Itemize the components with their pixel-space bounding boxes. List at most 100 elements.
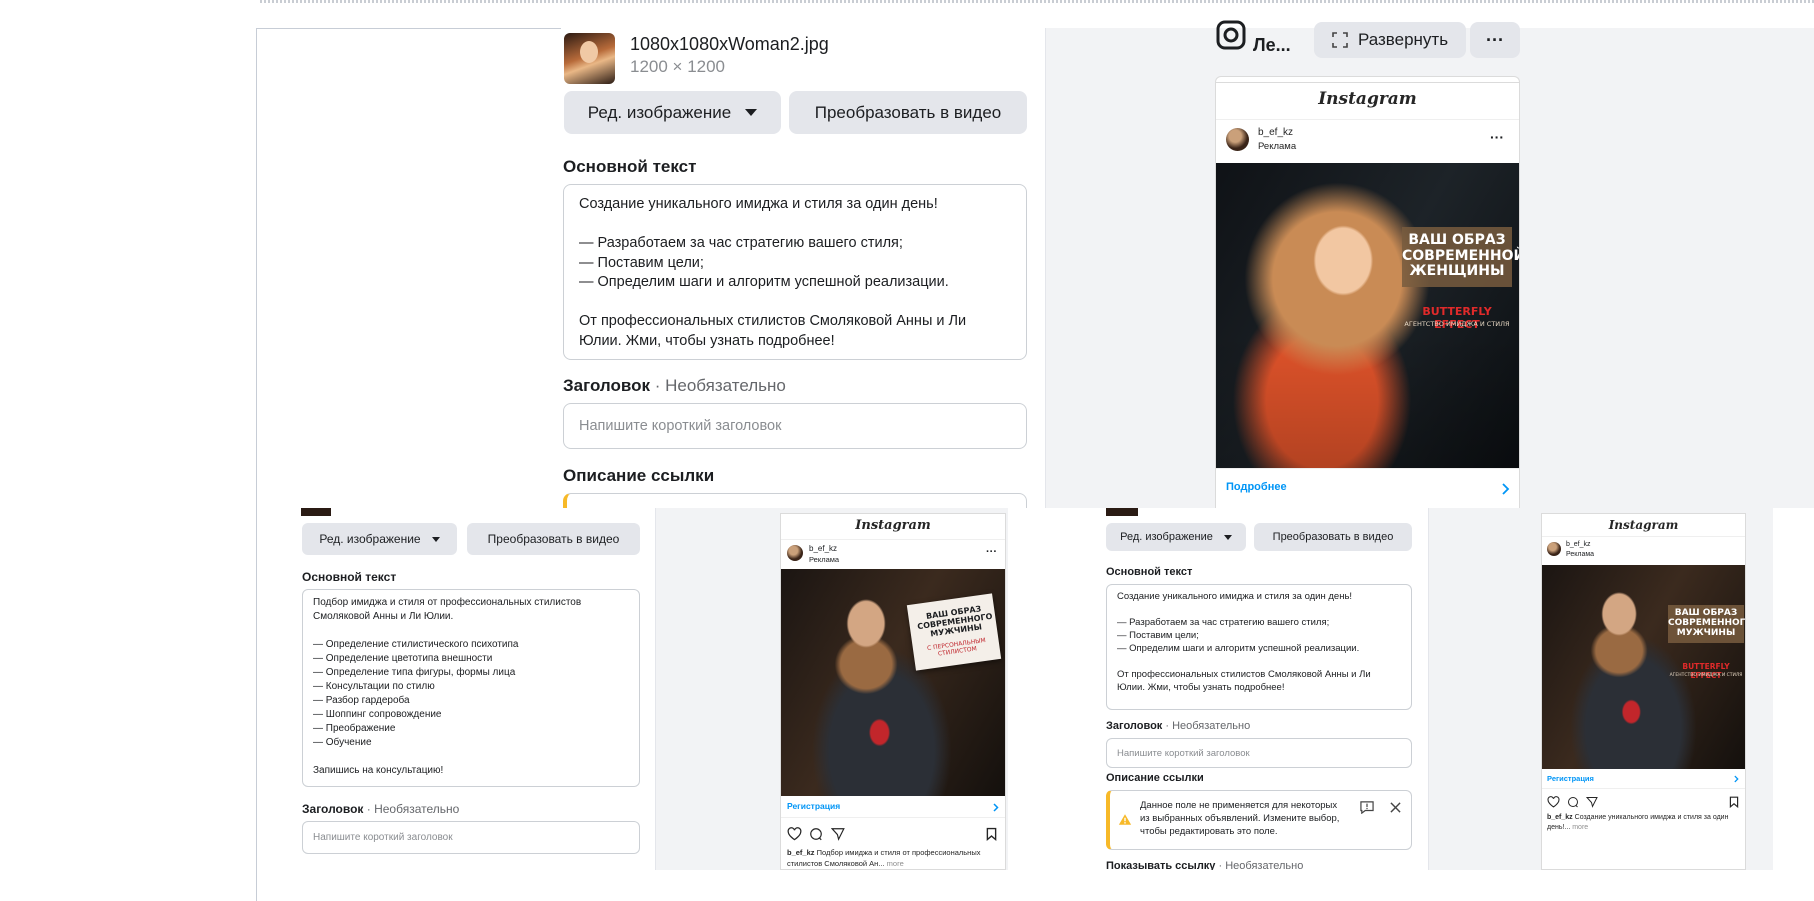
instagram-ad-preview: Instagram b_ef_kz Реклама ··· ВАШ ОБРАЗ …: [1215, 82, 1520, 512]
primary-text-field-left[interactable]: Подбор имиджа и стиля от профессиональны…: [302, 589, 640, 787]
ad-image-man-2: ВАШ ОБРАЗ СОВРЕМЕННОГО МУЖЧИНЫ BUTTERFLY…: [1542, 565, 1745, 769]
image-title: ВАШ ОБРАЗ СОВРЕМЕННОГО МУЖЧИНЫ: [1668, 608, 1746, 639]
caret-down-icon: [1223, 534, 1232, 540]
headline-input-right[interactable]: Напишите короткий заголовок: [1106, 738, 1412, 768]
header-divider: [781, 539, 1005, 540]
more-options-button[interactable]: ···: [1470, 22, 1520, 58]
show-link-optional: · Необязательно: [1215, 860, 1304, 870]
image-title: ВАШ ОБРАЗ СОВРЕМЕННОЙ ЖЕНЩИНЫ: [1402, 232, 1520, 280]
caret-down-icon: [745, 109, 758, 116]
top-dotted-edge: [260, 0, 1814, 3]
headline-placeholder-right: Напишите короткий заголовок: [1117, 747, 1250, 759]
bookmark-icon[interactable]: [1729, 796, 1739, 808]
expand-label: Развернуть: [1357, 30, 1449, 49]
account-name-short: Ле...: [1253, 35, 1291, 55]
instagram-wordmark: Instagram: [855, 518, 931, 533]
instagram-icon: [1216, 20, 1246, 50]
convert-video-label-left: Преобразовать в видео: [487, 532, 620, 546]
edit-image-button-left[interactable]: Ред. изображение: [302, 523, 457, 555]
headline-input[interactable]: Напишите короткий заголовок: [563, 403, 1027, 449]
link-description-title: Описание ссылки: [563, 466, 715, 485]
preview-area-large: Ле... Развернуть ··· Instagram b_ef_kz Р…: [1060, 20, 1814, 512]
feedback-icon[interactable]: [1360, 801, 1374, 814]
primary-text-field[interactable]: Создание уникального имиджа и стиля за о…: [563, 184, 1027, 360]
headline-optional-left: · Необязательно: [363, 802, 460, 816]
ig-caption: b_ef_kz Подбор имиджа и стиля от професс…: [787, 847, 1001, 869]
ig-post-menu-icon[interactable]: ···: [1490, 129, 1504, 145]
convert-to-video-button[interactable]: Преобразовать в видео: [789, 91, 1027, 134]
ig-username: b_ef_kz: [1258, 127, 1294, 138]
ig-sponsored-label: Реклама: [1566, 551, 1595, 558]
expand-button[interactable]: Развернуть: [1314, 22, 1466, 58]
instagram-ad-preview-man-2: Instagram b_ef_kz Реклама ВАШ ОБРАЗ СОВР…: [1541, 513, 1746, 870]
close-icon[interactable]: [1390, 802, 1401, 813]
cta-bar[interactable]: Подробнее: [1216, 468, 1519, 511]
chevron-right-icon: [1502, 483, 1510, 495]
edit-image-button-right[interactable]: Ред. изображение: [1106, 523, 1246, 551]
ig-username: b_ef_kz: [1566, 541, 1591, 548]
header-divider: [1542, 536, 1745, 537]
headline-label: Заголовок: [563, 376, 651, 395]
header-divider: [1216, 119, 1519, 120]
primary-text-title-left: Основной текст: [302, 570, 397, 584]
ig-sponsored-label: Реклама: [1258, 141, 1297, 152]
headline-title-left: Заголовок · Необязательно: [302, 802, 459, 816]
convert-to-video-button-right[interactable]: Преобразовать в видео: [1254, 523, 1412, 551]
ig-sponsored-label: Реклама: [809, 555, 840, 564]
bookmark-icon[interactable]: [986, 827, 997, 841]
cta-label: Регистрация: [787, 801, 841, 811]
ad-image-woman: ВАШ ОБРАЗ СОВРЕМЕННОЙ ЖЕНЩИНЫ BUTTERFLY …: [1216, 163, 1519, 468]
headline-title: Заголовок · Необязательно: [563, 376, 786, 396]
caption-more[interactable]: more: [885, 859, 904, 868]
convert-video-label-right: Преобразовать в видео: [1272, 531, 1394, 543]
headline-label-right: Заголовок: [1106, 720, 1163, 732]
preview-gutter-left: [655, 508, 778, 870]
panel-divider: [1045, 28, 1060, 508]
cta-label: Подробнее: [1226, 481, 1287, 493]
convert-to-video-button-left[interactable]: Преобразовать в видео: [467, 523, 640, 555]
headline-label-left: Заголовок: [302, 802, 364, 816]
more-glyph: ···: [1486, 29, 1504, 50]
edit-image-button[interactable]: Ред. изображение: [564, 91, 781, 134]
page-left-border: [256, 28, 257, 901]
file-name: 1080x1080xWoman2.jpg: [630, 34, 829, 54]
edit-image-label-right: Ред. изображение: [1120, 531, 1213, 543]
image-thumbnail[interactable]: [564, 33, 615, 84]
heart-icon[interactable]: [1547, 796, 1560, 808]
chevron-right-icon: [993, 803, 999, 812]
share-icon[interactable]: [1586, 796, 1598, 808]
file-dimensions: 1200 × 1200: [630, 57, 726, 76]
share-icon[interactable]: [831, 827, 845, 841]
caption-username: b_ef_kz: [787, 848, 815, 857]
ad-editor-panel-large: 1080x1080xWoman2.jpg 1200 × 1200 Ред. из…: [561, 28, 1046, 508]
ig-post-menu-icon[interactable]: ···: [986, 546, 997, 558]
comment-icon[interactable]: [1567, 796, 1579, 808]
cta-bar[interactable]: Регистрация: [1542, 769, 1745, 789]
caption-username: b_ef_kz: [1547, 814, 1573, 821]
ad-editor-panel-right: Ред. изображение Преобразовать в видео О…: [1098, 508, 1428, 870]
ig-username: b_ef_kz: [809, 544, 838, 553]
instagram-ad-preview-man: Instagram b_ef_kz Реклама ··· ВАШ ОБРАЗ …: [780, 513, 1006, 870]
primary-text-field-right[interactable]: Создание уникального имиджа и стиля за о…: [1106, 584, 1412, 710]
link-description-warning: Данное поле не применяется для некоторых…: [1106, 790, 1412, 850]
cta-bar[interactable]: Регистрация: [781, 796, 1005, 818]
caption-more[interactable]: more: [1570, 824, 1588, 831]
heart-icon[interactable]: [787, 827, 802, 841]
headline-placeholder-left: Напишите короткий заголовок: [313, 832, 453, 843]
primary-text-title-right: Основной текст: [1106, 566, 1193, 578]
image-tagline: АГЕНТСТВО ИМИДЖА И СТИЛЯ: [1669, 673, 1743, 678]
edit-image-label: Ред. изображение: [587, 102, 732, 122]
preview-area-left: Instagram b_ef_kz Реклама ··· ВАШ ОБРАЗ …: [778, 508, 1008, 870]
caret-down-icon: [431, 536, 440, 542]
edit-image-label-left: Ред. изображение: [319, 532, 421, 546]
warning-text: Данное поле не применяется для некоторых…: [1140, 800, 1340, 837]
avatar: [1226, 128, 1249, 151]
cta-label: Регистрация: [1547, 774, 1594, 783]
headline-placeholder: Напишите короткий заголовок: [579, 418, 782, 434]
headline-input-left[interactable]: Напишите короткий заголовок: [302, 821, 640, 854]
convert-to-video-label: Преобразовать в видео: [814, 102, 1002, 122]
comment-icon[interactable]: [809, 827, 823, 841]
ig-caption: b_ef_kz Создание уникального имиджа и ст…: [1547, 813, 1741, 833]
avatar: [1547, 542, 1561, 556]
show-link-title: Показывать ссылку · Необязательно: [1106, 860, 1303, 870]
